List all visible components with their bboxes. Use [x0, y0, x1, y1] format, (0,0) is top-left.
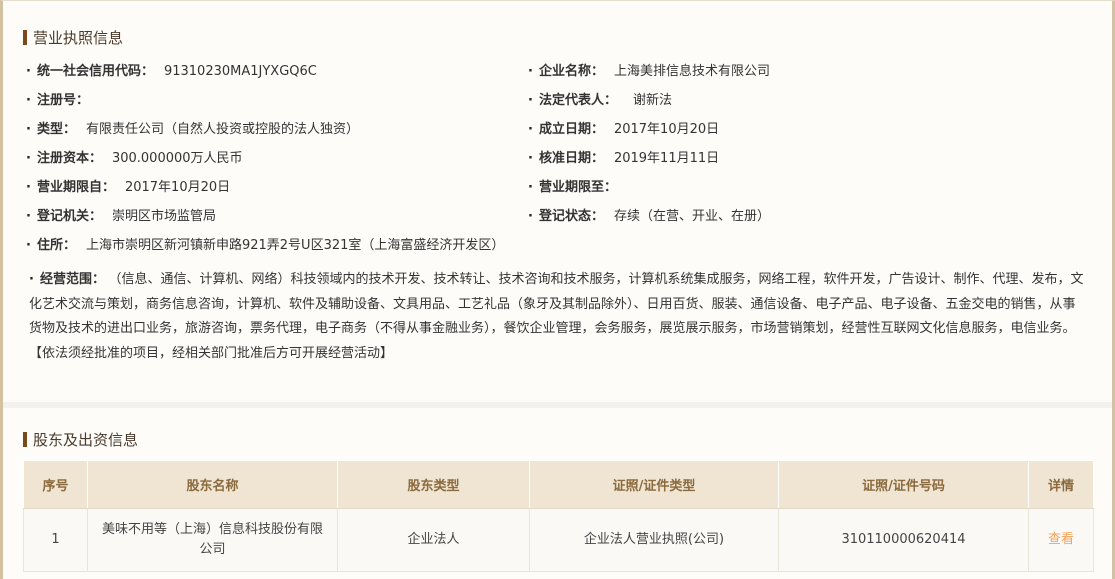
label-term-to: 营业期限至： [538, 180, 617, 195]
col-header-name: 股东名称 [87, 460, 338, 509]
value-address: 上海市崇明区新河镇新申路921弄2号U区321室（上海富盛经济开发区） [85, 238, 505, 253]
field-company-name: · 企业名称： 上海美排信息技术有限公司 [528, 64, 770, 80]
cell-type: 企业法人 [337, 508, 530, 572]
cell-cert-no: 310110000620414 [778, 508, 1029, 572]
field-term-from: · 营业期限自： 2017年10月20日 [26, 180, 230, 196]
field-credit-code: · 统一社会信用代码： 91310230MA1JYXGQ6C [26, 64, 317, 80]
bullet-dot: · [528, 122, 533, 137]
col-header-type: 股东类型 [337, 460, 530, 509]
shareholder-table: 序号 股东名称 股东类型 证照/证件类型 证照/证件号码 详情 1 美味不用等（… [23, 460, 1094, 572]
view-detail-link[interactable]: 查看 [1048, 532, 1074, 547]
section-title-license: 营业执照信息 [23, 27, 123, 48]
cell-cert-type: 企业法人营业执照(公司) [529, 508, 779, 572]
col-header-cert-type: 证照/证件类型 [529, 460, 779, 509]
license-section: 营业执照信息 · 统一社会信用代码： 91310230MA1JYXGQ6C · 注册号… [3, 1, 1112, 402]
label-reg-capital: 注册资本： [36, 151, 102, 166]
label-authority: 登记机关： [36, 209, 102, 224]
cell-detail: 查看 [1028, 508, 1094, 572]
bullet-dot: · [26, 151, 31, 166]
value-approve-date: 2019年11月11日 [613, 151, 720, 166]
bullet-dot: · [26, 64, 31, 79]
field-legal-rep: · 法定代表人： 谢新法 [528, 93, 672, 109]
table-row: 1 美味不用等（上海）信息科技股份有限公司 企业法人 企业法人营业执照(公司) … [23, 508, 1094, 572]
value-legal-rep: 谢新法 [632, 93, 672, 108]
bullet-dot: · [26, 122, 31, 137]
bullet-dot: · [528, 209, 533, 224]
field-address: · 住所： 上海市崇明区新河镇新申路921弄2号U区321室（上海富盛经济开发区） [26, 238, 504, 254]
value-scope: （信息、通信、计算机、网络）科技领域内的技术开发、技术转让、技术咨询和技术服务，… [29, 272, 1084, 361]
field-type: · 类型： 有限责任公司（自然人投资或控股的法人独资） [26, 122, 359, 138]
bullet-dot: · [26, 209, 31, 224]
section-title-text: 营业执照信息 [33, 29, 124, 47]
table-header-row: 序号 股东名称 股东类型 证照/证件类型 证照/证件号码 详情 [23, 460, 1094, 509]
bullet-dot: · [528, 93, 533, 108]
field-est-date: · 成立日期： 2017年10月20日 [528, 122, 719, 138]
value-reg-capital: 300.000000万人民币 [111, 151, 243, 166]
field-authority: · 登记机关： 崇明区市场监管局 [26, 209, 216, 225]
bullet-dot: · [26, 238, 31, 253]
bullet-dot: · [528, 180, 533, 195]
title-accent-bar [23, 432, 27, 447]
label-address: 住所： [36, 238, 76, 253]
value-est-date: 2017年10月20日 [613, 122, 720, 137]
field-reg-no: · 注册号： [26, 93, 99, 109]
cell-index: 1 [23, 508, 88, 572]
value-company-name: 上海美排信息技术有限公司 [613, 64, 770, 79]
bullet-dot: · [528, 151, 533, 166]
label-est-date: 成立日期： [538, 122, 604, 137]
field-approve-date: · 核准日期： 2019年11月11日 [528, 151, 719, 167]
label-term-from: 营业期限自： [36, 180, 115, 195]
field-status: · 登记状态： 存续（在营、开业、在册） [528, 209, 770, 225]
col-header-detail: 详情 [1028, 460, 1094, 509]
section-title-shareholders: 股东及出资信息 [23, 429, 138, 450]
bullet-dot: · [29, 272, 34, 287]
label-company-name: 企业名称： [538, 64, 604, 79]
label-legal-rep: 法定代表人： [538, 93, 617, 108]
col-header-cert-no: 证照/证件号码 [778, 460, 1029, 509]
label-credit-code: 统一社会信用代码： [36, 64, 154, 79]
label-type: 类型： [36, 122, 76, 137]
col-header-index: 序号 [23, 460, 88, 509]
label-reg-no: 注册号： [36, 93, 89, 108]
title-accent-bar [23, 30, 27, 45]
field-reg-capital: · 注册资本： 300.000000万人民币 [26, 151, 243, 167]
label-approve-date: 核准日期： [538, 151, 604, 166]
bullet-dot: · [528, 64, 533, 79]
cell-name: 美味不用等（上海）信息科技股份有限公司 [87, 508, 338, 572]
label-status: 登记状态： [538, 209, 604, 224]
value-credit-code: 91310230MA1JYXGQ6C [163, 64, 317, 79]
value-status: 存续（在营、开业、在册） [613, 209, 770, 224]
section-title-text: 股东及出资信息 [33, 431, 139, 449]
value-term-from: 2017年10月20日 [124, 180, 231, 195]
field-business-scope: · 经营范围： （信息、通信、计算机、网络）科技领域内的技术开发、技术转让、技术咨询… [29, 268, 1087, 366]
field-term-to: · 营业期限至： [528, 180, 627, 196]
value-type: 有限责任公司（自然人投资或控股的法人独资） [85, 122, 359, 137]
bullet-dot: · [26, 180, 31, 195]
value-authority: 崇明区市场监管局 [111, 209, 216, 224]
label-scope: 经营范围： [39, 272, 105, 287]
bullet-dot: · [26, 93, 31, 108]
